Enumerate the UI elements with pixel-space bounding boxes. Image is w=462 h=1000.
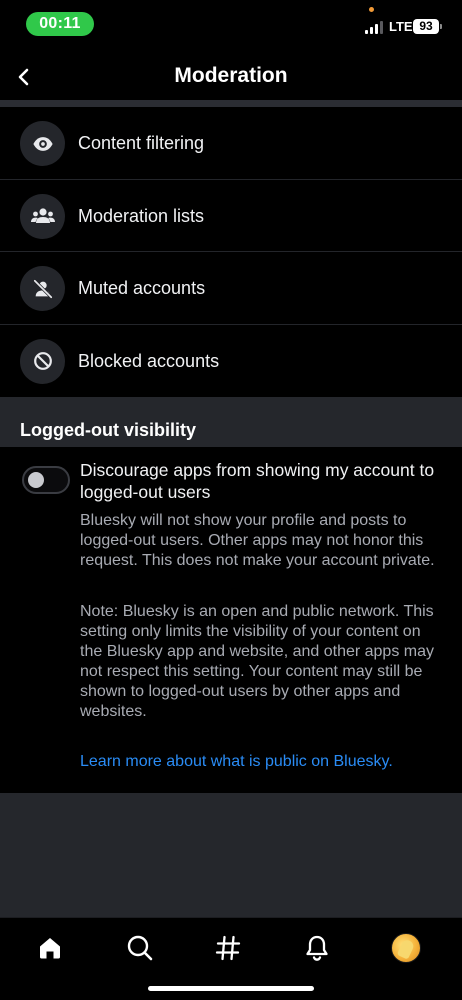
battery-level: 93	[419, 19, 433, 33]
nav-home-button[interactable]	[30, 928, 70, 968]
privacy-indicator-dot	[369, 7, 374, 12]
visibility-note: Note: Bluesky is an open and public netw…	[80, 603, 434, 720]
hashtag-icon	[215, 935, 241, 961]
empty-area	[0, 793, 462, 917]
block-icon	[33, 352, 52, 370]
menu-item-muted-accounts[interactable]: Muted accounts	[0, 252, 462, 325]
menu-item-moderation-lists[interactable]: Moderation lists	[0, 179, 462, 252]
nav-notifications-button[interactable]	[297, 928, 337, 968]
home-indicator	[148, 986, 314, 991]
logged-out-toggle[interactable]	[22, 466, 70, 494]
header-divider	[0, 100, 462, 107]
menu-icon-circle	[20, 266, 65, 311]
menu-label: Blocked accounts	[78, 350, 220, 371]
menu-icon-circle	[20, 338, 65, 384]
signal-icon	[365, 21, 383, 34]
people-icon	[30, 208, 55, 223]
page-title: Moderation	[174, 64, 288, 87]
menu-label: Content filtering	[78, 133, 205, 153]
toggle-knob	[28, 472, 44, 488]
menu-item-content-filtering[interactable]: Content filtering	[0, 107, 462, 180]
menu-item-blocked-accounts[interactable]: Blocked accounts	[0, 324, 462, 397]
eye-icon	[32, 136, 53, 151]
menu-label: Muted accounts	[78, 278, 206, 298]
nav-feeds-button[interactable]	[208, 928, 248, 968]
learn-more-link[interactable]: Learn more about what is public on Blues…	[80, 753, 393, 771]
section-title: Logged-out visibility	[20, 420, 196, 440]
status-bar: 00:11 LTE 93	[0, 0, 462, 50]
battery-icon: 93	[413, 19, 439, 34]
visibility-panel: Discourage apps from showing my account …	[0, 447, 462, 793]
bell-icon	[306, 935, 328, 961]
nav-search-button[interactable]	[120, 928, 160, 968]
menu-icon-circle	[20, 121, 65, 166]
menu-icon-circle	[20, 193, 65, 239]
toggle-label[interactable]: Discourage apps from showing my account …	[80, 459, 440, 503]
header: Moderation	[0, 52, 462, 102]
nav-profile-button[interactable]	[386, 928, 426, 968]
menu-label: Moderation lists	[78, 205, 205, 226]
home-icon	[40, 938, 60, 959]
search-icon	[127, 935, 153, 961]
avatar	[391, 933, 421, 963]
battery-tip	[440, 24, 442, 29]
network-type: LTE	[389, 19, 413, 34]
person-muted-icon	[32, 278, 53, 299]
status-time: 00:11	[26, 12, 94, 36]
visibility-description: Bluesky will not show your profile and p…	[80, 512, 435, 569]
moderation-menu: Content filtering Moderation lists Muted	[0, 107, 462, 397]
